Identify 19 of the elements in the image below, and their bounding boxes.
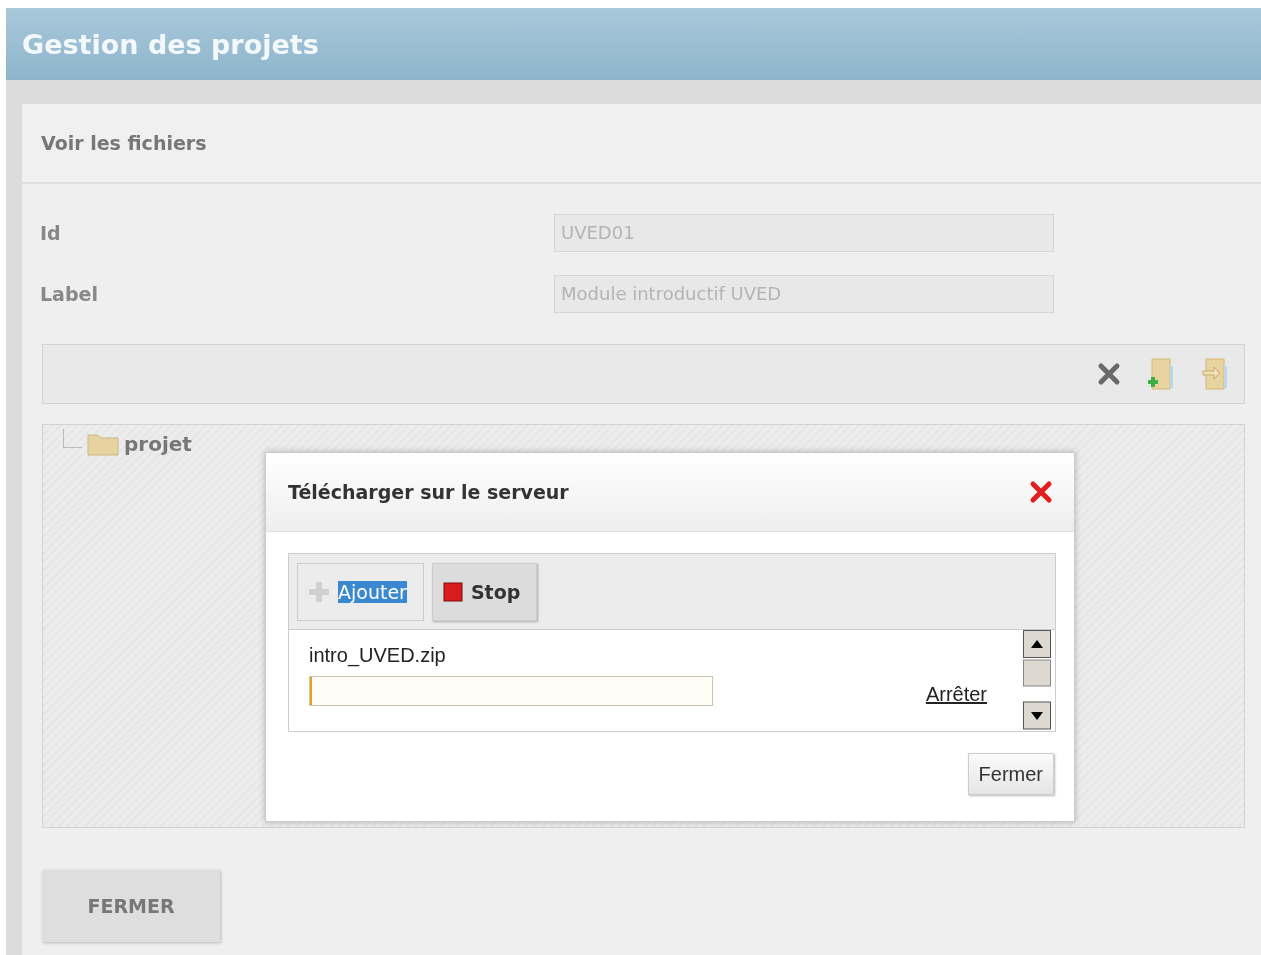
close-icon[interactable] [1028, 479, 1054, 505]
field-label: Id [40, 221, 62, 244]
scrollbar[interactable] [1023, 630, 1051, 730]
tree-line [63, 428, 82, 448]
page-title: Gestion des projets [22, 28, 319, 60]
plus-icon [308, 580, 330, 603]
delete-icon[interactable] [1096, 361, 1122, 387]
stop-link[interactable]: Arrêter [925, 683, 987, 706]
toolbar-button[interactable]: Stop [431, 562, 538, 621]
new-file-icon[interactable] [1146, 357, 1176, 391]
file-name: intro_UVED.zip [309, 644, 446, 666]
panel-title: Voir les fichiers [41, 132, 207, 154]
dialog-title: Télécharger sur le serveur [288, 481, 569, 503]
stop-icon [442, 581, 463, 602]
tree-item[interactable]: projet [124, 432, 192, 456]
close-button[interactable]: Fermer [967, 753, 1054, 795]
close-button[interactable]: FERMER [42, 870, 220, 942]
field-label: Label [40, 282, 99, 305]
toolbar-button[interactable]: Ajouter [297, 562, 424, 621]
